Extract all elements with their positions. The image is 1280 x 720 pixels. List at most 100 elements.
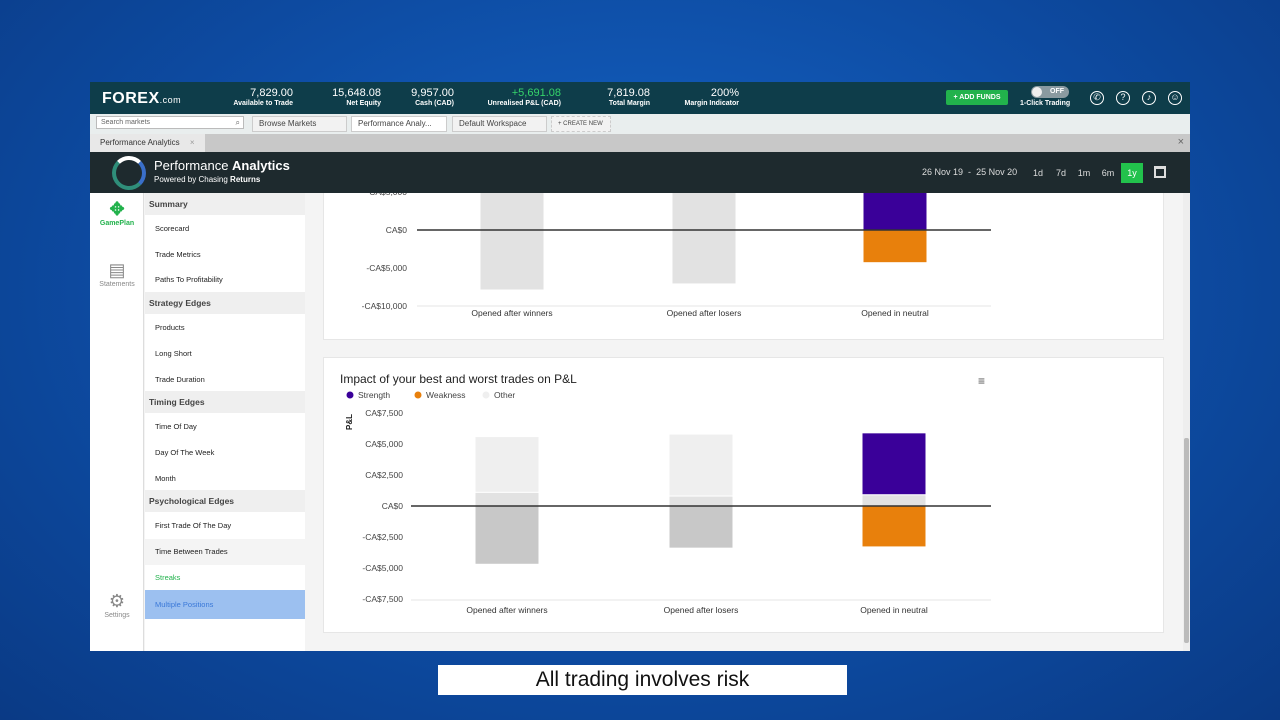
category-label: Opened after losers (667, 308, 742, 318)
nav-statements[interactable]: ▤ Statements (90, 260, 144, 288)
tab-browse-markets[interactable]: Browse Markets (252, 116, 347, 132)
stat-value: 9,957.00 (411, 87, 454, 99)
stat-value: +5,691.08 (511, 87, 561, 99)
sidebar-item[interactable]: Long Short (145, 341, 305, 367)
sidebar-item[interactable]: First Trade Of The Day (145, 513, 305, 539)
risk-caption: All trading involves risk (438, 665, 847, 695)
stat-value: 7,819.08 (607, 87, 650, 99)
sidebar-item[interactable]: Paths To Profitability (145, 267, 305, 293)
content-area: CA$5,000 CA$0 -CA$5,000 -CA$10,000 Opened af… (305, 193, 1183, 651)
stat-margin: 7,819.08 Total Margin (607, 87, 650, 108)
bell-icon[interactable]: ♪ (1142, 91, 1156, 105)
forex-logo[interactable]: FOREX.com (102, 90, 181, 108)
sidebar-item[interactable]: Scorecard (145, 216, 305, 242)
sidebar-item[interactable]: Time Between Trades (145, 539, 305, 565)
y-tick-label: CA$0 (386, 225, 408, 235)
chart-card-2: CA$7,500 CA$5,000 CA$2,500 CA$0 -CA$2,500 -CA… (323, 357, 1164, 633)
chart-best-worst-impact: CA$7,500 CA$5,000 CA$2,500 CA$0 -CA$2,500 -CA… (340, 372, 991, 615)
tab-performance-analytics[interactable]: Performance Analy... (351, 116, 447, 132)
stat-label: Cash (CAD) (415, 100, 454, 107)
create-new-button[interactable]: + CREATE NEW (551, 116, 611, 132)
one-click-label: 1-Click Trading (1020, 100, 1071, 107)
range-1y[interactable]: 1y (1121, 163, 1143, 183)
logo-suffix: .com (159, 95, 182, 105)
bar-segment-other_mid (474, 491, 540, 507)
sidebar-item[interactable]: Time Of Day (145, 414, 305, 440)
stat-value: 15,648.08 (332, 87, 381, 99)
account-bar: FOREX.com 7,829.00 Available to Trade 15,… (90, 82, 1190, 114)
legend-label: Other (494, 390, 515, 400)
bar-segment-other_mid (668, 495, 734, 507)
category-label: Opened in neutral (861, 308, 929, 318)
sidebar-item[interactable]: Day Of The Week (145, 440, 305, 466)
stat-label: Net Equity (346, 100, 381, 107)
app-window: FOREX.com 7,829.00 Available to Trade 15,… (90, 82, 1190, 651)
bar-segment-weakness (861, 505, 927, 548)
sidebar: Summary Scorecard Trade Metrics Paths To Pr… (145, 193, 305, 651)
scrollbar[interactable] (1183, 193, 1190, 651)
bar-segment-other_dark (668, 505, 734, 549)
category-label: Opened after losers (664, 605, 739, 615)
y-tick-label: -CA$2,500 (362, 532, 403, 542)
tab-default-workspace[interactable]: Default Workspace (452, 116, 547, 132)
panel-tab-bar: Performance Analytics × × (90, 134, 1190, 152)
workspace-bar: Search markets ⌕ Browse Markets Performan… (90, 114, 1190, 134)
category-label: Opened after winners (466, 605, 547, 615)
close-panel-icon[interactable]: × (1178, 136, 1184, 148)
help-icon[interactable]: ? (1116, 91, 1130, 105)
stat-value: 200% (710, 87, 739, 99)
y-tick-label: -CA$10,000 (362, 301, 408, 311)
legend-marker-other_light (482, 391, 490, 399)
sidebar-section-heading: Summary (145, 193, 305, 215)
range-1d[interactable]: 1d (1027, 163, 1049, 183)
add-funds-button[interactable]: + ADD FUNDS (946, 90, 1008, 105)
left-nav: ✥ GamePlan ▤ Statements ⚙ Settings (90, 193, 144, 651)
range-7d[interactable]: 7d (1050, 163, 1072, 183)
bar-segment-other_mid (861, 494, 927, 507)
stat-label: Margin Indicator (684, 100, 739, 107)
chart-menu-icon[interactable]: ≡ (978, 374, 985, 388)
y-tick-label: CA$5,000 (365, 439, 403, 449)
range-6m[interactable]: 6m (1097, 163, 1119, 183)
stat-label: Total Margin (608, 100, 650, 107)
sidebar-item[interactable]: Multiple Positions (145, 590, 305, 620)
stat-equity: 15,648.08 Net Equity (332, 87, 381, 108)
bar-segment-other_mid (671, 193, 737, 231)
calendar-icon[interactable] (1154, 166, 1166, 178)
search-icon[interactable]: ⌕ (236, 117, 240, 128)
bar-segment-other_dark (474, 505, 540, 565)
stat-value: 7,829.00 (250, 87, 293, 99)
sidebar-item[interactable]: Month (145, 466, 305, 492)
sidebar-item[interactable]: Trade Duration (145, 367, 305, 393)
sidebar-item[interactable]: Products (145, 315, 305, 341)
logo-text: FOREX (102, 90, 160, 107)
phone-icon[interactable]: ✆ (1090, 91, 1104, 105)
sidebar-section-heading: Psychological Edges (145, 490, 305, 513)
panel-tab[interactable]: Performance Analytics × (90, 134, 205, 152)
stat-label: Available to Trade (233, 100, 293, 107)
range-1m[interactable]: 1m (1073, 163, 1095, 183)
stat-cash: 9,957.00 Cash (CAD) (411, 87, 454, 108)
chart-title: Impact of your best and worst trades on … (340, 372, 577, 386)
nav-gameplan[interactable]: ✥ GamePlan (90, 199, 144, 227)
nav-settings[interactable]: ⚙ Settings (90, 591, 144, 619)
gear-icon: ⚙ (108, 591, 126, 611)
chart-card-1: CA$5,000 CA$0 -CA$5,000 -CA$10,000 Opened af… (323, 193, 1164, 340)
bar-segment-other_mid (479, 229, 545, 291)
one-click-toggle[interactable]: OFF (1031, 86, 1069, 98)
stat-margin-indicator: 200% Margin Indicator (685, 87, 739, 108)
bar-segment-other_light (474, 436, 540, 493)
bar-segment-other_mid (671, 229, 737, 285)
close-icon[interactable]: × (190, 138, 195, 147)
y-tick-label: -CA$7,500 (362, 594, 403, 604)
date-range[interactable]: 26 Nov 19 - 25 Nov 20 (922, 167, 1017, 177)
scrollbar-thumb[interactable] (1184, 438, 1189, 643)
user-icon[interactable]: ☺ (1168, 91, 1182, 105)
legend-label: Strength (358, 390, 390, 400)
search-input[interactable]: Search markets ⌕ (96, 116, 244, 129)
sidebar-item[interactable]: Trade Metrics (145, 242, 305, 268)
legend-label: Weakness (426, 390, 466, 400)
sidebar-item[interactable]: Streaks (145, 565, 305, 591)
legend-marker-weakness (414, 391, 422, 399)
y-tick-label: CA$0 (382, 501, 404, 511)
